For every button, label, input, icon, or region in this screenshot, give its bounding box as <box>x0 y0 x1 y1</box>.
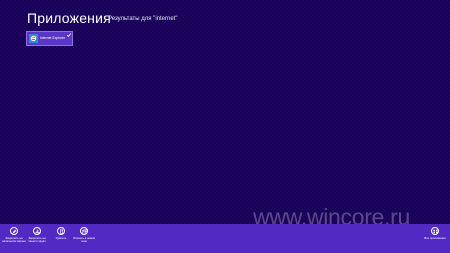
pin-to-start-button[interactable]: Закрепить на начальном экране <box>2 227 26 243</box>
app-tile-label: Internet Explorer <box>40 35 66 40</box>
pin-to-start-label: Закрепить на начальном экране <box>2 235 26 243</box>
app-tile-internet-explorer[interactable]: Internet Explorer <box>26 31 73 46</box>
internet-explorer-icon <box>29 34 38 43</box>
app-bar: Закрепить на начальном экране Закрепить … <box>0 224 450 253</box>
selected-check-icon <box>66 32 72 38</box>
all-apps-icon <box>431 227 439 235</box>
taskbar-pin-icon <box>33 227 41 235</box>
open-new-window-button[interactable]: Открыть в новом окне <box>73 227 95 243</box>
all-apps-label: Все приложения <box>424 235 446 240</box>
page-title: Приложения <box>27 10 111 26</box>
all-apps-button[interactable]: Все приложения <box>424 227 446 240</box>
search-results-subtitle: Результаты для "internet" <box>108 16 178 22</box>
uninstall-label: Удалить <box>55 235 67 240</box>
pin-to-taskbar-button[interactable]: Закрепить на панели задач <box>26 227 48 243</box>
new-window-icon <box>80 227 88 235</box>
pin-icon <box>10 227 18 235</box>
pin-to-taskbar-label: Закрепить на панели задач <box>28 235 46 243</box>
uninstall-button[interactable]: Удалить <box>50 227 72 240</box>
open-new-window-label: Открыть в новом окне <box>72 235 96 243</box>
start-screen-background: Приложения Результаты для "internet" Int… <box>0 0 450 253</box>
uninstall-icon <box>57 227 65 235</box>
